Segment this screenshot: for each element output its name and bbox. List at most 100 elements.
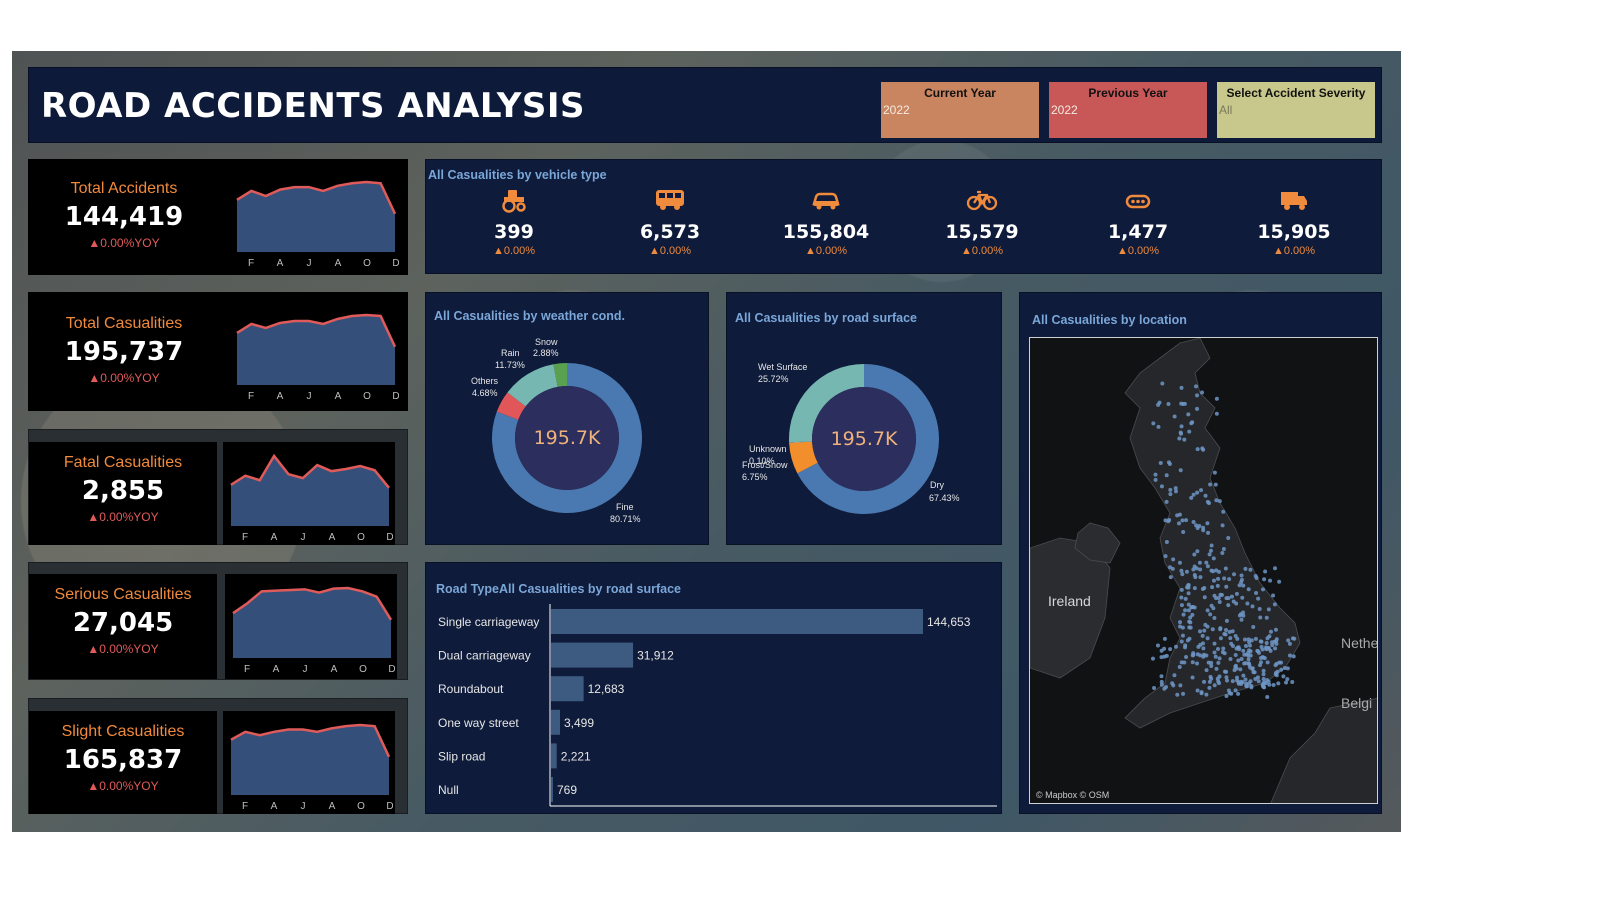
accident-dot xyxy=(1150,656,1155,661)
accident-dot xyxy=(1181,612,1186,617)
accident-dot xyxy=(1266,607,1271,612)
kpi-chart-box: FAJAOD xyxy=(225,574,397,679)
current-year-filter[interactable]: Current Year 2022 xyxy=(881,82,1039,138)
accident-dot xyxy=(1273,627,1278,632)
kpi-value: 165,837 xyxy=(63,745,183,775)
accident-dot xyxy=(1187,619,1192,624)
bar-value-label: 144,653 xyxy=(927,615,971,629)
accident-dot xyxy=(1241,673,1246,678)
accident-dot xyxy=(1241,583,1246,588)
accident-dot xyxy=(1179,385,1184,390)
accident-dot xyxy=(1205,608,1210,613)
severity-filter[interactable]: Select Accident Severity All xyxy=(1217,82,1375,138)
accident-dot xyxy=(1182,660,1187,665)
accident-dot xyxy=(1285,666,1290,671)
vehicle-tractor: 399 ▲0.00% xyxy=(454,186,574,257)
accident-dot xyxy=(1238,667,1243,672)
bar-category-label: Null xyxy=(438,783,459,797)
accident-dot xyxy=(1273,663,1278,668)
accident-dot xyxy=(1218,636,1223,641)
label-fine-pct: 80.71% xyxy=(610,514,641,524)
accident-dot xyxy=(1224,596,1229,601)
accident-dot xyxy=(1250,604,1255,609)
label-others: Others xyxy=(471,376,499,386)
accident-dot xyxy=(1193,575,1198,580)
kpi-value: 195,737 xyxy=(64,337,184,367)
accident-dot xyxy=(1160,381,1165,386)
accident-dot xyxy=(1261,676,1266,681)
accident-dot xyxy=(1204,692,1209,697)
accident-dot xyxy=(1247,648,1252,653)
accident-dot xyxy=(1245,601,1250,606)
accident-dot xyxy=(1220,523,1225,528)
accident-dot xyxy=(1239,580,1244,585)
kpi-trend-chart: FAJAOD xyxy=(223,442,394,543)
kpi-trend-chart: FAJAOD xyxy=(225,574,396,675)
kpi-name: Fatal Casualities xyxy=(63,454,183,471)
accident-dot xyxy=(1215,646,1220,651)
map-view[interactable]: Ireland Nethe Belgi © Mapbox © OSM xyxy=(1029,337,1378,804)
accident-dot xyxy=(1175,692,1180,697)
bar-value-label: 3,499 xyxy=(564,716,594,730)
trend-chart-svg: FAJAOD xyxy=(230,453,394,543)
kpi-value: 144,419 xyxy=(64,202,184,232)
accident-dot xyxy=(1190,605,1195,610)
accident-dot xyxy=(1215,583,1220,588)
accident-dot xyxy=(1272,566,1277,571)
previous-year-filter[interactable]: Previous Year 2022 xyxy=(1049,82,1207,138)
accident-dot xyxy=(1233,653,1238,658)
accident-dot xyxy=(1190,420,1195,425)
accident-dot xyxy=(1227,629,1232,634)
accident-dot xyxy=(1239,657,1244,662)
accident-dot xyxy=(1205,636,1210,641)
accident-dot xyxy=(1291,654,1296,659)
accident-dot xyxy=(1195,490,1200,495)
accident-dot xyxy=(1230,644,1235,649)
accident-dot xyxy=(1195,549,1200,554)
kpi-value: 27,045 xyxy=(72,608,174,638)
accident-dot xyxy=(1221,509,1226,514)
accident-dot xyxy=(1195,393,1200,398)
vehicle-car: 155,804 ▲0.00% xyxy=(766,186,886,257)
accident-dot xyxy=(1183,645,1188,650)
bus-icon xyxy=(656,190,684,210)
label-snow-pct: 2.88% xyxy=(533,348,559,358)
vehicle-change: ▲0.00% xyxy=(648,245,692,257)
kpi-card-serious-casualities: Serious Casualities 27,045 ▲0.00%YOY F A J… xyxy=(28,562,408,680)
vehicle-change: ▲0.00% xyxy=(804,245,848,257)
accident-dot xyxy=(1164,653,1169,658)
previous-year-value[interactable]: 2022 xyxy=(1051,103,1205,117)
accident-dot xyxy=(1157,400,1162,405)
current-year-value[interactable]: 2022 xyxy=(883,103,1037,117)
accident-dot xyxy=(1233,664,1238,669)
accident-dot xyxy=(1248,665,1253,670)
page-title: ROAD ACCIDENTS ANALYSIS xyxy=(41,86,586,126)
accident-dot xyxy=(1181,691,1186,696)
bar-category-label: Roundabout xyxy=(438,682,504,696)
accident-dot xyxy=(1270,643,1275,648)
accident-dot xyxy=(1187,625,1192,630)
accident-dot xyxy=(1255,675,1260,680)
accident-dot xyxy=(1162,636,1167,641)
weather-panel: All Casualities by weather cond. 195.7K … xyxy=(425,292,709,545)
previous-year-label: Previous Year xyxy=(1088,86,1168,100)
kpi-name: Total Casualities xyxy=(65,315,183,332)
month-tick: O xyxy=(357,532,365,542)
accident-dot xyxy=(1184,569,1189,574)
accident-dot xyxy=(1287,653,1292,658)
vehicle-value: 6,573 xyxy=(639,221,701,243)
severity-value[interactable]: All xyxy=(1219,103,1373,117)
accident-dot xyxy=(1260,682,1265,687)
accident-dot xyxy=(1153,472,1158,477)
bar-value-label: 31,912 xyxy=(637,649,674,663)
accident-dot xyxy=(1216,660,1221,665)
accident-dot xyxy=(1246,657,1251,662)
bicycle-icon xyxy=(966,190,998,211)
trend-chart-svg: FAJAOD xyxy=(236,180,400,269)
accident-dot xyxy=(1199,691,1204,696)
accident-dot xyxy=(1234,601,1239,606)
map-attribution[interactable]: © Mapbox © OSM xyxy=(1036,790,1109,800)
bar xyxy=(551,676,584,702)
accident-dot xyxy=(1205,521,1210,526)
accident-dot xyxy=(1190,675,1195,680)
